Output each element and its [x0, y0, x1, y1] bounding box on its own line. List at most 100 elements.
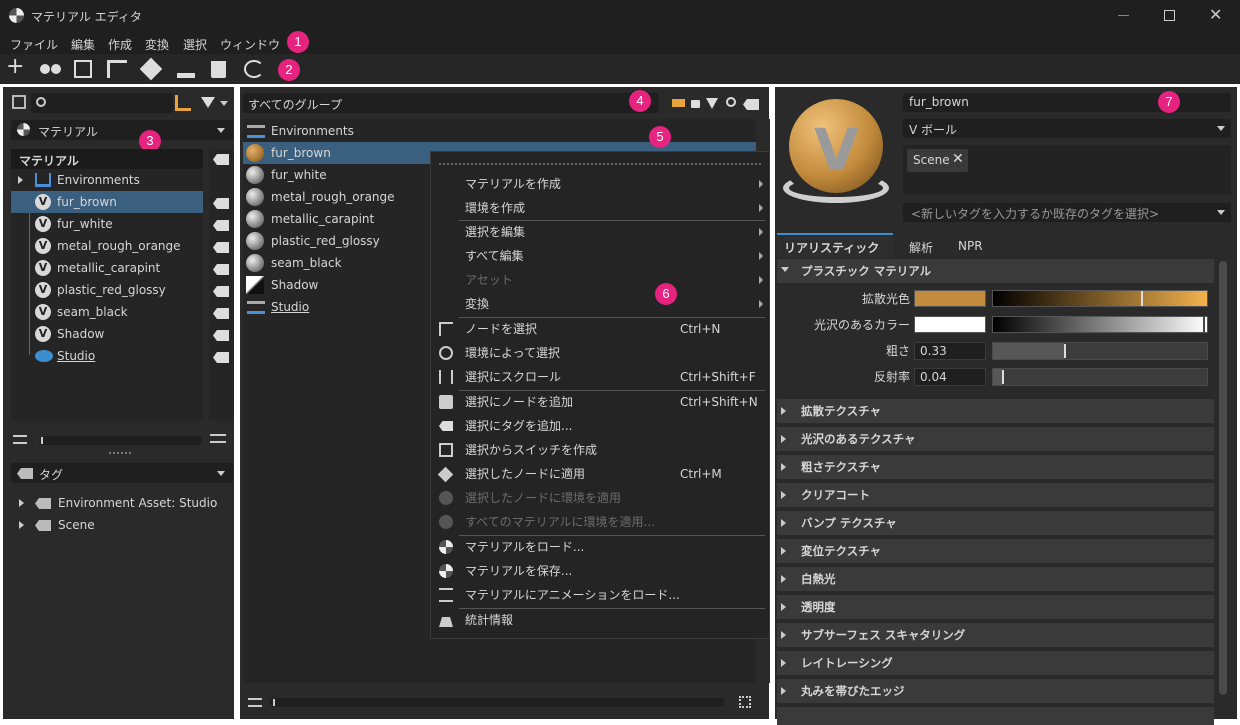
clean-icon[interactable]	[177, 62, 195, 78]
tab-realistic[interactable]: リアリスティック	[777, 233, 893, 257]
menu-item-create-switch[interactable]: 選択からスイッチを作成	[431, 438, 769, 462]
tree-item-metallic-carapint[interactable]: V metallic_carapint	[11, 257, 203, 279]
list-item-environments[interactable]: Environments	[243, 120, 756, 142]
diffuse-gradient-handle[interactable]	[1141, 291, 1143, 306]
menu-item-create-material[interactable]: マテリアルを作成	[431, 172, 769, 196]
filter-dropdown-icon[interactable]	[220, 101, 228, 106]
reflectivity-slider[interactable]	[992, 368, 1208, 386]
tab-analysis[interactable]: 解析	[909, 239, 933, 256]
tag-item-environment-asset[interactable]: Environment Asset: Studio	[11, 492, 233, 514]
tree-item-studio[interactable]: Studio	[11, 345, 203, 367]
menu-item-load-animation[interactable]: マテリアルにアニメーションをロード...	[431, 583, 769, 607]
material-type-dropdown[interactable]: マテリアル	[11, 120, 233, 140]
tree-item-shadow[interactable]: V Shadow	[11, 323, 203, 345]
reflectivity-slider-handle[interactable]	[1002, 370, 1004, 384]
zoom-slider-handle[interactable]	[41, 437, 43, 444]
menu-item-apply-to-selected[interactable]: 選択したノードに適用 Ctrl+M	[431, 462, 769, 486]
list-view-icon[interactable]	[248, 698, 262, 707]
menu-item-create-environment[interactable]: 環境を作成	[431, 196, 769, 220]
apply-material-icon[interactable]	[139, 57, 163, 81]
preview-shape-dropdown[interactable]: V ボール	[903, 119, 1231, 138]
reflectivity-input[interactable]: 0.04	[914, 368, 986, 386]
diffuse-color-gradient[interactable]	[992, 290, 1208, 307]
tag-item-scene[interactable]: Scene	[11, 514, 233, 536]
list-view-icon[interactable]	[13, 435, 27, 444]
menu-create[interactable]: 作成	[108, 36, 132, 53]
section-subsurface-scattering[interactable]: サブサーフェス スキャタリング	[777, 623, 1214, 647]
section-diffuse-texture[interactable]: 拡散テクスチャ	[777, 399, 1214, 423]
thumbnail-size-handle[interactable]	[273, 699, 275, 706]
tag-icon[interactable]	[213, 220, 229, 231]
menu-file[interactable]: ファイル	[10, 36, 58, 53]
menu-convert[interactable]: 変換	[145, 36, 169, 53]
menu-item-add-tag-to-selection[interactable]: 選択にタグを追加...	[431, 414, 769, 438]
splitter-handle[interactable]	[109, 452, 131, 455]
select-node-icon[interactable]	[107, 60, 127, 78]
delete-icon[interactable]	[211, 61, 226, 78]
tag-icon[interactable]	[213, 330, 229, 341]
add-icon[interactable]: +	[6, 55, 24, 79]
tree-item-seam-black[interactable]: V seam_black	[11, 301, 203, 323]
tag-icon[interactable]	[743, 99, 759, 110]
menu-item-load-material[interactable]: マテリアルをロード...	[431, 535, 769, 559]
tag-icon[interactable]	[213, 154, 229, 165]
section-roughness-texture[interactable]: 粗さテクスチャ	[777, 455, 1214, 479]
lock-icon[interactable]	[691, 100, 700, 108]
close-icon[interactable]: ✕	[1209, 5, 1222, 24]
roughness-slider[interactable]	[992, 342, 1208, 360]
tag-chip[interactable]: Scene ✕	[907, 149, 968, 172]
menu-item-statistics[interactable]: 統計情報	[431, 608, 769, 632]
switch-icon[interactable]	[244, 60, 264, 78]
tab-npr[interactable]: NPR	[958, 239, 983, 253]
search-scope-icon[interactable]	[12, 95, 26, 109]
tag-icon[interactable]	[213, 264, 229, 275]
properties-scrollbar[interactable]	[1217, 259, 1229, 699]
diffuse-color-swatch[interactable]	[914, 290, 986, 307]
tree-item-metal-rough-orange[interactable]: V metal_rough_orange	[11, 235, 203, 257]
search-icon[interactable]	[726, 97, 736, 107]
tree-item-plastic-red-glossy[interactable]: V plastic_red_glossy	[11, 279, 203, 301]
thumbnail-size-slider[interactable]	[270, 698, 724, 707]
filter-icon[interactable]	[201, 97, 215, 108]
tag-icon[interactable]	[213, 352, 229, 363]
expand-icon[interactable]	[18, 176, 23, 184]
tree-item-fur-white[interactable]: V fur_white	[11, 213, 203, 235]
gloss-gradient-handle[interactable]	[1203, 317, 1205, 332]
gloss-color-swatch[interactable]	[914, 316, 986, 333]
menu-select[interactable]: 選択	[183, 36, 207, 53]
menu-item-add-nodes-to-selection[interactable]: 選択にノードを追加 Ctrl+Shift+N	[431, 390, 769, 414]
tag-icon[interactable]	[213, 308, 229, 319]
search-input[interactable]	[31, 93, 173, 113]
add-group-icon[interactable]	[672, 99, 685, 107]
section-bump-texture[interactable]: バンプ テクスチャ	[777, 511, 1214, 535]
zoom-slider[interactable]	[39, 436, 202, 445]
tag-icon[interactable]	[213, 286, 229, 297]
section-rounded-edges[interactable]: 丸みを帯びたエッジ	[777, 679, 1214, 703]
section-raytracing[interactable]: レイトレーシング	[777, 651, 1214, 675]
expand-icon[interactable]	[19, 521, 24, 529]
maximize-icon[interactable]	[1164, 10, 1175, 21]
menu-item-edit-all[interactable]: すべて編集	[431, 244, 769, 268]
menu-item-save-material[interactable]: マテリアルを保存...	[431, 559, 769, 583]
tree-item-environments[interactable]: Environments	[11, 169, 203, 191]
roughness-slider-handle[interactable]	[1064, 344, 1066, 358]
detail-view-icon[interactable]	[210, 434, 226, 443]
properties-scrollbar-thumb[interactable]	[1219, 261, 1227, 695]
section-transparency[interactable]: 透明度	[777, 595, 1214, 619]
grid-view-icon[interactable]	[739, 696, 751, 708]
tag-input[interactable]: <新しいタグを入力するか既存のタグを選択>	[903, 203, 1231, 222]
minimize-icon[interactable]	[1118, 15, 1129, 16]
filter-icon[interactable]	[706, 98, 718, 109]
menu-item-edit-selection[interactable]: 選択を編集	[431, 220, 769, 244]
menu-edit[interactable]: 編集	[71, 36, 95, 53]
section-incandescence[interactable]: 白熱光	[777, 567, 1214, 591]
tag-icon[interactable]	[213, 242, 229, 253]
menu-item-scroll-to-selection[interactable]: 選択にスクロール Ctrl+Shift+F	[431, 365, 769, 389]
section-displacement-texture[interactable]: 変位テクスチャ	[777, 539, 1214, 563]
section-plastic-material[interactable]: プラスチック マテリアル	[777, 259, 1214, 283]
group-dropdown[interactable]: すべてのグループ	[243, 93, 659, 113]
balls-icon[interactable]	[40, 64, 62, 74]
tree-item-fur-brown[interactable]: V fur_brown	[11, 191, 203, 213]
section-clearcoat[interactable]: クリアコート	[777, 483, 1214, 507]
material-name-field[interactable]: fur_brown	[903, 93, 1231, 112]
